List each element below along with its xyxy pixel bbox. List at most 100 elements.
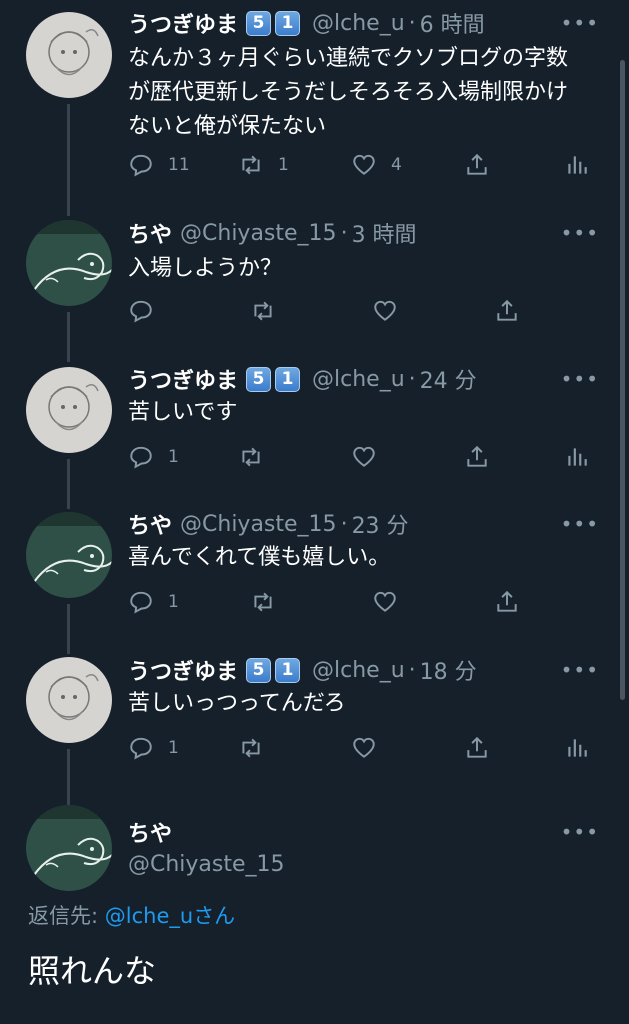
reply-to: 返信先: @lche_uさん: [28, 900, 235, 930]
avatar-chiya[interactable]: [26, 512, 112, 598]
avatar-chiya[interactable]: [26, 805, 112, 891]
reply-button[interactable]: [128, 296, 154, 326]
more-icon[interactable]: •••: [561, 660, 599, 680]
reply-mention-link[interactable]: @lche_uさん: [105, 904, 235, 928]
like-icon: [351, 152, 377, 178]
tweet-text-line: 苦しいっつってんだろ: [128, 691, 346, 716]
tweet-actions: 1: [128, 587, 598, 617]
like-button[interactable]: [372, 587, 398, 617]
share-icon: [464, 152, 490, 178]
display-name[interactable]: ちや: [128, 816, 172, 848]
more-icon[interactable]: •••: [561, 514, 599, 534]
separator-dot: ·: [340, 511, 348, 537]
share-button[interactable]: [464, 150, 490, 180]
share-icon: [464, 735, 490, 761]
analytics-icon: [564, 735, 590, 761]
like-button[interactable]: [372, 296, 398, 326]
more-icon[interactable]: •••: [561, 369, 599, 389]
separator-dot: ·: [340, 220, 348, 246]
share-button[interactable]: [464, 442, 490, 472]
more-icon[interactable]: •••: [561, 223, 599, 243]
analytics-icon: [564, 444, 590, 470]
display-name[interactable]: うつぎゆま: [128, 363, 238, 395]
badge-1: 1: [275, 366, 301, 392]
name-badges: 5 1: [246, 657, 304, 683]
scrollbar[interactable]: [620, 60, 625, 700]
timestamp[interactable]: 6 時間: [420, 7, 485, 39]
more-icon[interactable]: •••: [561, 822, 599, 842]
tweet-header: うつぎゆま 5 1 @lche_u · 18 分: [128, 653, 477, 687]
analytics-button[interactable]: [564, 442, 590, 472]
separator-dot: ·: [408, 10, 416, 36]
display-name[interactable]: ちや: [128, 217, 172, 249]
reply-mention[interactable]: @lche_u: [105, 904, 193, 928]
like-button[interactable]: [351, 442, 377, 472]
tweet-text: 苦しいです: [128, 396, 608, 430]
avatar-utsugi[interactable]: [26, 367, 112, 453]
handle[interactable]: @lche_u: [312, 11, 405, 36]
tweet-actions: 1: [128, 442, 598, 472]
tweet-header: ちや: [128, 815, 180, 849]
timestamp[interactable]: 3 時間: [352, 217, 417, 249]
more-icon[interactable]: •••: [561, 13, 599, 33]
reply-icon: [128, 735, 154, 761]
tweet-header: ちや @Chiyaste_15 · 3 時間: [128, 216, 417, 250]
like-button[interactable]: [351, 733, 377, 763]
tweet[interactable]: うつぎゆま 5 1 @lche_u · 24 分 ••• 苦しいです 1: [0, 345, 629, 509]
retweet-button[interactable]: [238, 733, 264, 763]
tweet[interactable]: うつぎゆま 5 1 @lche_u · 18 分 ••• 苦しいっつってんだろ …: [0, 635, 629, 805]
tweet-text: 入場しようか？: [128, 252, 608, 286]
reply-button[interactable]: 1: [128, 733, 179, 763]
handle[interactable]: @Chiyaste_15: [180, 512, 337, 537]
handle[interactable]: @Chiyaste_15: [180, 221, 337, 246]
tweet-text-line: 入場しようか？: [128, 256, 283, 281]
display-name[interactable]: うつぎゆま: [128, 654, 238, 686]
reply-to-label: 返信先:: [28, 904, 99, 928]
analytics-button[interactable]: [564, 150, 590, 180]
tweet-actions: [128, 296, 598, 326]
share-button[interactable]: [464, 733, 490, 763]
avatar-utsugi[interactable]: [26, 12, 112, 98]
tweet-text-line: 苦しいです: [128, 400, 238, 425]
like-icon: [351, 735, 377, 761]
timestamp[interactable]: 18 分: [420, 654, 477, 686]
retweet-count: 1: [278, 155, 289, 175]
avatar-chiya[interactable]: [26, 220, 112, 306]
reply-button[interactable]: 1: [128, 442, 179, 472]
display-name[interactable]: うつぎゆま: [128, 7, 238, 39]
handle[interactable]: @Chiyaste_15: [128, 852, 285, 877]
handle[interactable]: @lche_u: [312, 367, 405, 392]
retweet-icon: [238, 444, 264, 470]
tweet-handle-row: @Chiyaste_15: [128, 847, 285, 881]
separator-dot: ·: [408, 657, 416, 683]
badge-1: 1: [275, 10, 301, 36]
share-button[interactable]: [494, 587, 520, 617]
analytics-button[interactable]: [564, 733, 590, 763]
tweet[interactable]: うつぎゆま 5 1 @lche_u · 6 時間 ••• なんか３ヶ月ぐらい連続…: [0, 0, 629, 216]
reply-icon: [128, 444, 154, 470]
tweet-actions: 1: [128, 733, 598, 763]
reply-suffix[interactable]: さん: [193, 904, 235, 928]
share-button[interactable]: [494, 296, 520, 326]
like-button[interactable]: 4: [351, 150, 402, 180]
display-name[interactable]: ちや: [128, 508, 172, 540]
timestamp[interactable]: 23 分: [352, 508, 409, 540]
retweet-button[interactable]: [238, 442, 264, 472]
handle[interactable]: @lche_u: [312, 658, 405, 683]
reply-count: 1: [168, 738, 179, 758]
tweet[interactable]: ちや @Chiyaste_15 · 23 分 ••• 喜んでくれて僕も嬉しい。 …: [0, 490, 629, 654]
reply-button[interactable]: 1: [128, 587, 179, 617]
name-badges: 5 1: [246, 366, 304, 392]
name-badges: 5 1: [246, 10, 304, 36]
tweet[interactable]: ちや @Chiyaste_15 · 3 時間 ••• 入場しようか？: [0, 200, 629, 362]
timestamp[interactable]: 24 分: [420, 363, 477, 395]
retweet-button[interactable]: 1: [238, 150, 289, 180]
avatar-utsugi[interactable]: [26, 657, 112, 743]
tweet-header: うつぎゆま 5 1 @lche_u · 24 分: [128, 362, 477, 396]
focused-tweet-text: 照れんな: [28, 952, 157, 990]
retweet-button[interactable]: [250, 587, 276, 617]
reply-button[interactable]: 11: [128, 150, 190, 180]
reply-count: 11: [168, 155, 190, 175]
retweet-button[interactable]: [250, 296, 276, 326]
badge-5: 5: [246, 10, 272, 36]
